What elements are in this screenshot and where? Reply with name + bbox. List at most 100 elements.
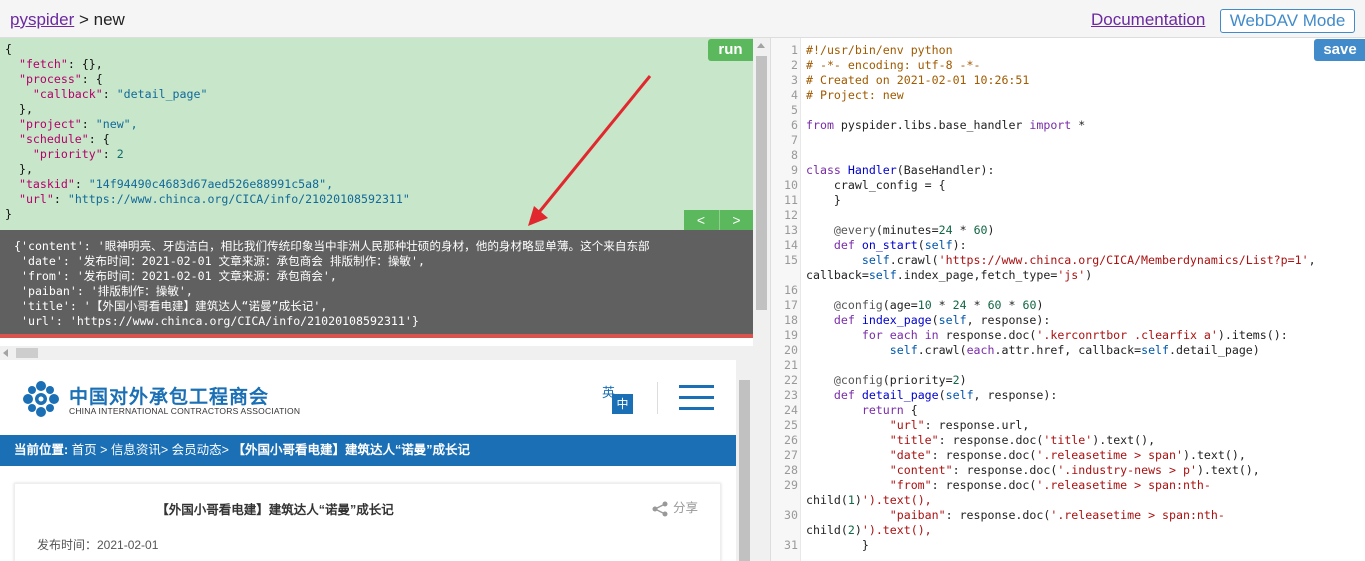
- line-number: 2: [791, 58, 798, 72]
- line-number: 29: [784, 478, 798, 492]
- code-line[interactable]: # Project: new: [806, 88, 904, 102]
- line-number: 31: [784, 538, 798, 552]
- line-number: 15: [784, 253, 798, 267]
- next-task-button[interactable]: >: [719, 210, 753, 230]
- horizontal-scrollbar[interactable]: [0, 346, 753, 360]
- site-breadcrumb-path[interactable]: 首页 > 信息资讯> 会员动态>: [68, 443, 232, 457]
- run-button[interactable]: run: [708, 39, 753, 61]
- debug-vertical-scrollbar[interactable]: [753, 38, 770, 561]
- documentation-link[interactable]: Documentation: [1091, 10, 1205, 30]
- code-line[interactable]: crawl_config = {: [806, 178, 946, 192]
- request-line: "taskid": "14f94490c4683d67aed526e88991c…: [18, 177, 334, 191]
- code-editor[interactable]: 1 2 3 4 5 6 7 8 9 10 11 12 13 14 15 16 17 18 19 20 21 22 23 24 2…: [770, 38, 1365, 561]
- code-line[interactable]: return {: [806, 403, 918, 417]
- code-line[interactable]: @config(age=10 * 24 * 60 * 60): [806, 298, 1044, 312]
- article-title: 【外国小哥看电建】建筑达人“诺曼”成长记: [156, 503, 394, 517]
- code-line[interactable]: for each in response.doc('.kerconrtbor .…: [806, 328, 1288, 342]
- line-number-gutter: 1 2 3 4 5 6 7 8 9 10 11 12 13 14 15 16 17 18 19 20 21 22 23 24 2…: [771, 38, 801, 561]
- line-number: 17: [784, 298, 798, 312]
- code-line[interactable]: "content": response.doc('.industry-news …: [806, 463, 1260, 477]
- line-number: 3: [791, 73, 798, 87]
- line-number: 14: [784, 238, 798, 252]
- request-line: "url": "https://www.chinca.org/CICA/info…: [18, 192, 410, 206]
- line-number: 30: [784, 508, 798, 522]
- horizontal-scroll-thumb[interactable]: [16, 348, 38, 358]
- line-number: 10: [784, 178, 798, 192]
- preview-vertical-scrollbar[interactable]: [736, 360, 753, 561]
- line-number: 8: [791, 148, 798, 162]
- code-line[interactable]: }: [806, 538, 869, 552]
- line-number: 18: [784, 313, 798, 327]
- request-line: "callback": "detail_page": [32, 87, 208, 101]
- line-number: 26: [784, 433, 798, 447]
- result-line: {'content': '眼神明亮、牙齿洁白，相比我们传统印象当中非洲人民那种壮…: [14, 239, 650, 253]
- code-line[interactable]: # Created on 2021-02-01 10:26:51: [806, 73, 1029, 87]
- code-line[interactable]: "url": response.url,: [806, 418, 1030, 432]
- debug-scroll-thumb[interactable]: [756, 56, 767, 310]
- result-line: 'title': '【外国小哥看电建】建筑达人“诺曼”成长记',: [14, 299, 328, 314]
- line-number: 20: [784, 343, 798, 357]
- result-line: 'from': '发布时间：2021-02-01 文章来源：承包商会',: [14, 269, 337, 284]
- code-line[interactable]: def index_page(self, response):: [806, 313, 1050, 327]
- article-pubdate: 发布时间：2021-02-01: [37, 538, 159, 552]
- code-line[interactable]: from pyspider.libs.base_handler import *: [806, 118, 1085, 132]
- line-number: 21: [784, 358, 798, 372]
- line-number: 6: [791, 118, 798, 132]
- result-line: 'date': '发布时间：2021-02-01 文章来源：承包商会 排版制作：…: [14, 254, 425, 269]
- request-line: "process": {: [18, 72, 103, 86]
- code-line[interactable]: "from": response.doc('.releasetime > spa…: [806, 478, 1211, 492]
- code-line[interactable]: callback=self.index_page,fetch_type='js'…: [806, 268, 1092, 282]
- association-logo-icon: [23, 381, 59, 417]
- request-line: "priority": 2: [32, 147, 124, 161]
- result-line: 'url': 'https://www.chinca.org/CICA/info…: [14, 314, 419, 329]
- line-number: 23: [784, 388, 798, 402]
- code-line[interactable]: # -*- encoding: utf-8 -*-: [806, 58, 981, 72]
- task-request-json[interactable]: { "fetch": {}, "process": { "callback": …: [5, 42, 410, 222]
- request-line: {: [5, 42, 12, 56]
- hamburger-menu-icon[interactable]: [679, 385, 714, 411]
- code-line[interactable]: "date": response.doc('.releasetime > spa…: [806, 448, 1246, 462]
- code-line[interactable]: child(2)').text(),: [806, 523, 932, 537]
- site-breadcrumb-prefix: 当前位置:: [14, 443, 69, 457]
- project-name: new: [93, 10, 125, 29]
- logo-chinese-name: 中国对外承包工程商会: [69, 387, 270, 408]
- code-line[interactable]: self.crawl('https://www.chinca.org/CICA/…: [806, 253, 1316, 267]
- code-line[interactable]: self.crawl(each.attr.href, callback=self…: [806, 343, 1260, 357]
- request-line: "fetch": {},: [18, 57, 103, 71]
- annotation-arrow-icon: [528, 75, 652, 226]
- save-button[interactable]: save: [1314, 39, 1365, 61]
- code-line[interactable]: "paiban": response.doc('.releasetime > s…: [806, 508, 1225, 522]
- code-line[interactable]: def on_start(self):: [806, 238, 967, 252]
- code-line[interactable]: def detail_page(self, response):: [806, 388, 1057, 402]
- share-label: 分享: [673, 501, 699, 515]
- line-number: 4: [791, 88, 798, 102]
- prev-task-button[interactable]: <: [684, 210, 718, 230]
- code-line[interactable]: #!/usr/bin/env python: [806, 43, 953, 57]
- result-line: 'paiban': '排版制作：操敏',: [14, 284, 193, 299]
- scroll-left-icon[interactable]: [3, 349, 8, 357]
- line-number: 25: [784, 418, 798, 432]
- code-line[interactable]: child(1)').text(),: [806, 493, 932, 507]
- code-line[interactable]: @every(minutes=24 * 60): [806, 223, 995, 237]
- scroll-up-icon[interactable]: [757, 43, 765, 48]
- code-line[interactable]: class Handler(BaseHandler):: [806, 163, 995, 177]
- line-number: 16: [784, 283, 798, 297]
- line-number: 24: [784, 403, 798, 417]
- request-line: }: [5, 207, 12, 221]
- code-line[interactable]: "title": response.doc('title').text(),: [806, 433, 1155, 447]
- preview-scroll-thumb[interactable]: [739, 380, 750, 561]
- request-line: "schedule": {: [18, 132, 110, 146]
- task-nav-group: < >: [684, 210, 753, 230]
- article-card: 【外国小哥看电建】建筑达人“诺曼”成长记 分享 发布时间：2021-02-01: [14, 483, 721, 561]
- line-number: 28: [784, 463, 798, 477]
- language-chinese-link[interactable]: 中: [612, 394, 633, 414]
- share-button[interactable]: 分享: [651, 497, 698, 517]
- line-number: 11: [784, 193, 798, 207]
- webdav-mode-button[interactable]: WebDAV Mode: [1220, 9, 1355, 33]
- pyspider-home-link[interactable]: pyspider: [10, 10, 74, 29]
- code-line[interactable]: @config(priority=2): [806, 373, 967, 387]
- code-line[interactable]: }: [806, 193, 841, 207]
- breadcrumb-separator: >: [74, 10, 94, 29]
- site-header: 中国对外承包工程商会 CHINA INTERNATIONAL CONTRACTO…: [0, 360, 736, 435]
- breadcrumb: pyspider > new: [10, 10, 125, 30]
